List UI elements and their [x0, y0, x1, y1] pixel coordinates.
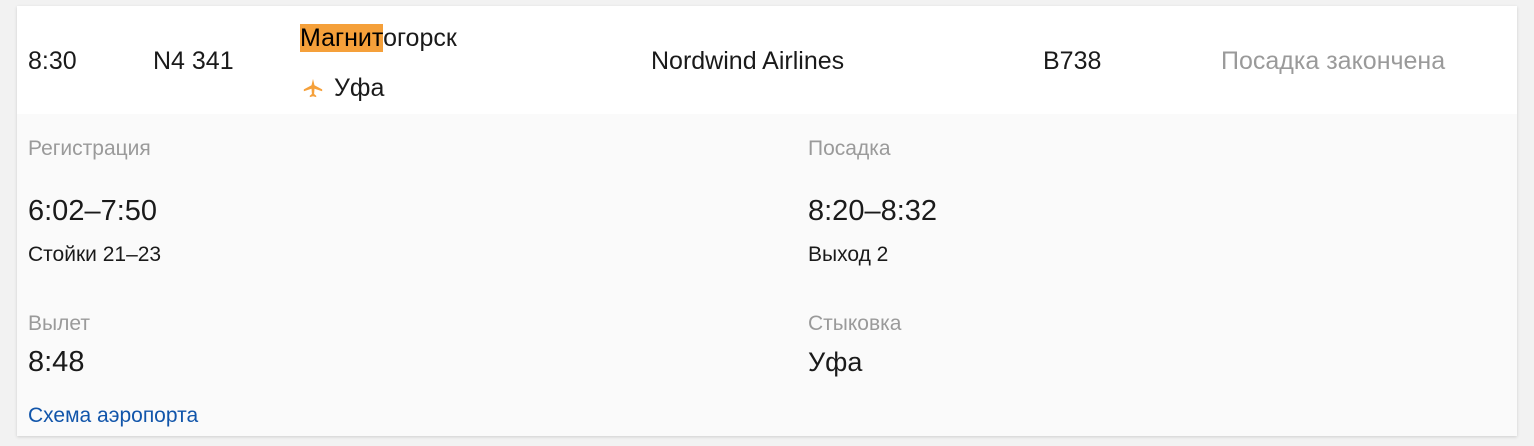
boarding-time: 8:20–8:32 [808, 195, 938, 227]
connection-label: Стыковка [808, 312, 902, 335]
airport-map-link[interactable]: Схема аэропорта [28, 403, 198, 429]
checkin-time: 6:02–7:50 [28, 195, 158, 227]
connection-city: Уфа [808, 347, 863, 377]
checkin-desks: Стойки 21–23 [28, 243, 162, 266]
flight-details: Регистрация 6:02–7:50 Стойки 21–23 Посад… [17, 114, 1517, 436]
boarding-gate: Выход 2 [808, 243, 889, 266]
destination-search-highlight: Магнит [300, 24, 384, 52]
plane-icon [303, 78, 323, 98]
flight-card: 8:30 N4 341 Магнитогорск Уфа Nordwind Ai… [17, 6, 1517, 436]
via-city: Уфа [334, 74, 385, 102]
airline-name: Nordwind Airlines [651, 47, 845, 75]
destination-rest: огорск [383, 24, 457, 52]
checkin-label: Регистрация [28, 137, 151, 160]
departure-label: Вылет [28, 312, 90, 335]
destination: Магнитогорск [300, 22, 457, 54]
flight-status: Посадка закончена [1221, 47, 1446, 75]
flight-row[interactable]: 8:30 N4 341 Магнитогорск Уфа Nordwind Ai… [17, 6, 1517, 114]
boarding-label: Посадка [808, 137, 891, 160]
flight-number: N4 341 [153, 47, 234, 75]
departure-time: 8:30 [28, 47, 77, 75]
aircraft-type: B738 [1043, 47, 1102, 75]
departure-actual-time: 8:48 [28, 346, 85, 378]
via-stop: Уфа [302, 73, 384, 103]
